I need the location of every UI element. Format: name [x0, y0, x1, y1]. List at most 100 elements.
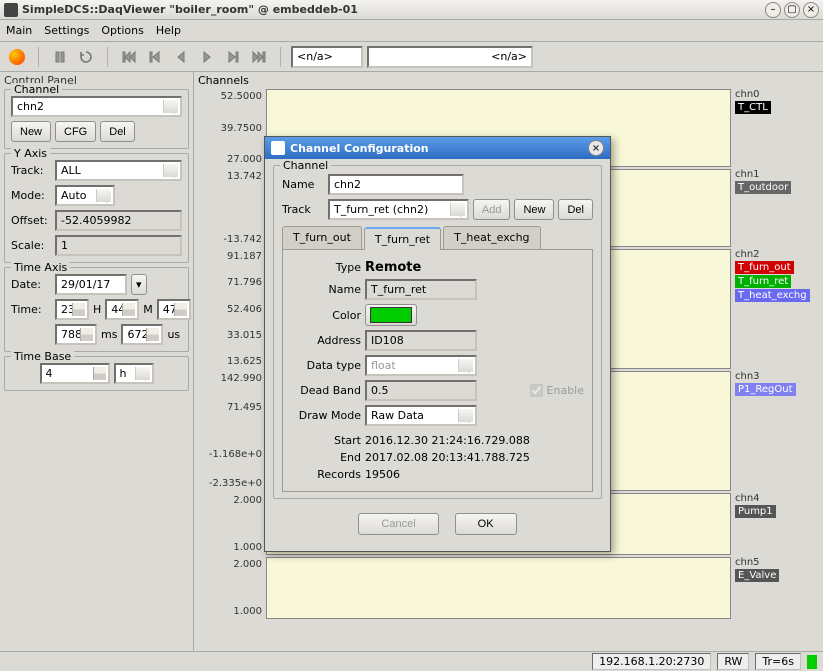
channel-config-dialog: Channel Configuration × Channel Name chn… — [264, 136, 611, 552]
channel-name: chn4 — [735, 493, 819, 504]
legend: chn5E_Valve — [731, 557, 819, 619]
menu-options[interactable]: Options — [101, 24, 143, 37]
track-address-field: ID108 — [365, 330, 477, 351]
tab-t-furn-out[interactable]: T_furn_out — [282, 226, 362, 249]
menu-main[interactable]: Main — [6, 24, 32, 37]
dialog-channel-fieldset: Channel Name chn2 Track T_furn_ret (chn2… — [273, 165, 602, 499]
track-records-value: 19506 — [365, 468, 400, 481]
skip-start-icon — [122, 50, 136, 64]
minimize-button[interactable]: – — [765, 2, 781, 18]
legend: chn4Pump1 — [731, 493, 819, 555]
status-led-icon — [807, 655, 817, 669]
statusbar: 192.168.1.20:2730 RW Tr=6s — [0, 651, 823, 671]
ylabels: 142.99071.495-1.168e+0-2.335e+0 — [198, 371, 266, 491]
toolbar: <n/a> <n/a> — [0, 42, 823, 72]
dialog-cancel-button: Cancel — [358, 513, 438, 535]
close-button[interactable]: × — [803, 2, 819, 18]
track-start-value: 2016.12.30 21:24:16.729.088 — [365, 434, 530, 447]
channel-tag: Pump1 — [735, 505, 776, 518]
tab-t-furn-ret[interactable]: T_furn_ret — [364, 227, 441, 250]
window-title: SimpleDCS::DaqViewer "boiler_room" @ emb… — [22, 3, 762, 16]
reload-button[interactable] — [75, 46, 97, 68]
legend: chn0T_CTL — [731, 89, 819, 167]
skip-start-button[interactable] — [118, 46, 140, 68]
skip-end-button[interactable] — [248, 46, 270, 68]
channel-tag: T_furn_ret — [735, 275, 791, 288]
channel-del-button[interactable]: Del — [100, 121, 135, 142]
ylabels: 2.0001.000 — [198, 493, 266, 555]
color-swatch-icon — [370, 307, 412, 323]
dialog-track-select[interactable]: T_furn_ret (chn2) — [328, 199, 469, 220]
time-sec-field[interactable]: 47 — [157, 299, 191, 320]
step-back-icon — [174, 50, 188, 64]
prev-button[interactable] — [144, 46, 166, 68]
channel-tag: P1_RegOut — [735, 383, 796, 396]
track-name-field: T_furn_ret — [365, 279, 477, 300]
plot-area[interactable] — [266, 557, 731, 619]
channel-name: chn2 — [735, 249, 819, 260]
track-type-value: Remote — [365, 260, 421, 275]
dialog-title: Channel Configuration — [290, 142, 429, 155]
dialog-del-button[interactable]: Del — [558, 199, 593, 220]
status-tr: Tr=6s — [755, 653, 801, 670]
track-datatype-select: float — [365, 355, 477, 376]
reload-icon — [79, 50, 93, 64]
next-button[interactable] — [222, 46, 244, 68]
channel-tag: E_Valve — [735, 569, 779, 582]
dialog-new-button[interactable]: New — [514, 199, 554, 220]
skip-end-icon — [252, 50, 266, 64]
channel-cfg-button[interactable]: CFG — [55, 121, 96, 142]
timebase-unit-select[interactable]: h — [114, 363, 154, 384]
yaxis-mode-select[interactable]: Auto — [55, 185, 115, 206]
yaxis-fieldset: Y Axis Track:ALL Mode:Auto Offset:-52.40… — [4, 153, 189, 263]
record-button[interactable] — [6, 46, 28, 68]
toolbar-field-2[interactable]: <n/a> — [367, 46, 533, 68]
yaxis-track-select[interactable]: ALL — [55, 160, 182, 181]
dialog-add-button: Add — [473, 199, 511, 220]
next-icon — [226, 50, 240, 64]
status-rw: RW — [717, 653, 749, 670]
channel-tag: T_furn_out — [735, 261, 794, 274]
date-picker-button[interactable]: ▾ — [131, 274, 147, 295]
dialog-name-field[interactable]: chn2 — [328, 174, 464, 195]
app-icon — [4, 3, 18, 17]
channel-new-button[interactable]: New — [11, 121, 51, 142]
timebase-value-field[interactable]: 4 — [40, 363, 110, 384]
channel-select[interactable]: chn2 — [11, 96, 182, 117]
timeaxis-fieldset: Time Axis Date:29/01/17▾ Time: 23H 44M 4… — [4, 267, 189, 352]
menu-settings[interactable]: Settings — [44, 24, 89, 37]
time-hour-field[interactable]: 23 — [55, 299, 89, 320]
track-end-value: 2017.02.08 20:13:41.788.725 — [365, 451, 530, 464]
step-back-button[interactable] — [170, 46, 192, 68]
ylabels: 2.0001.000 — [198, 557, 266, 619]
prev-icon — [148, 50, 162, 64]
time-ms-field[interactable]: 788 — [55, 324, 97, 345]
track-deadband-field: 0.5 — [365, 380, 477, 401]
toolbar-field-1[interactable]: <n/a> — [291, 46, 363, 68]
time-min-field[interactable]: 44 — [105, 299, 139, 320]
pause-icon — [53, 50, 67, 64]
pause-button[interactable] — [49, 46, 71, 68]
dialog-ok-button[interactable]: OK — [455, 513, 517, 535]
channel-name: chn1 — [735, 169, 819, 180]
ylabels: 13.742-13.742 — [198, 169, 266, 247]
dialog-tabpane: TypeRemote NameT_furn_ret Color AddressI… — [282, 249, 593, 492]
dialog-titlebar[interactable]: Channel Configuration × — [265, 137, 610, 159]
date-field[interactable]: 29/01/17 — [55, 274, 127, 295]
dialog-close-button[interactable]: × — [588, 140, 604, 156]
record-icon — [9, 49, 25, 65]
maximize-button[interactable]: ▢ — [784, 2, 800, 18]
menu-help[interactable]: Help — [156, 24, 181, 37]
channel-tag: T_heat_exchg — [735, 289, 810, 302]
status-address: 192.168.1.20:2730 — [592, 653, 711, 670]
play-button[interactable] — [196, 46, 218, 68]
track-color-button[interactable] — [365, 304, 417, 326]
channel-name: chn5 — [735, 557, 819, 568]
legend: chn1T_outdoor — [731, 169, 819, 247]
channel-fieldset: Channel chn2 New CFG Del — [4, 89, 189, 149]
track-drawmode-select[interactable]: Raw Data — [365, 405, 477, 426]
yaxis-scale-field: 1 — [55, 235, 182, 256]
channel-name: chn3 — [735, 371, 819, 382]
time-us-field[interactable]: 672 — [121, 324, 163, 345]
tab-t-heat-exchg[interactable]: T_heat_exchg — [443, 226, 540, 249]
